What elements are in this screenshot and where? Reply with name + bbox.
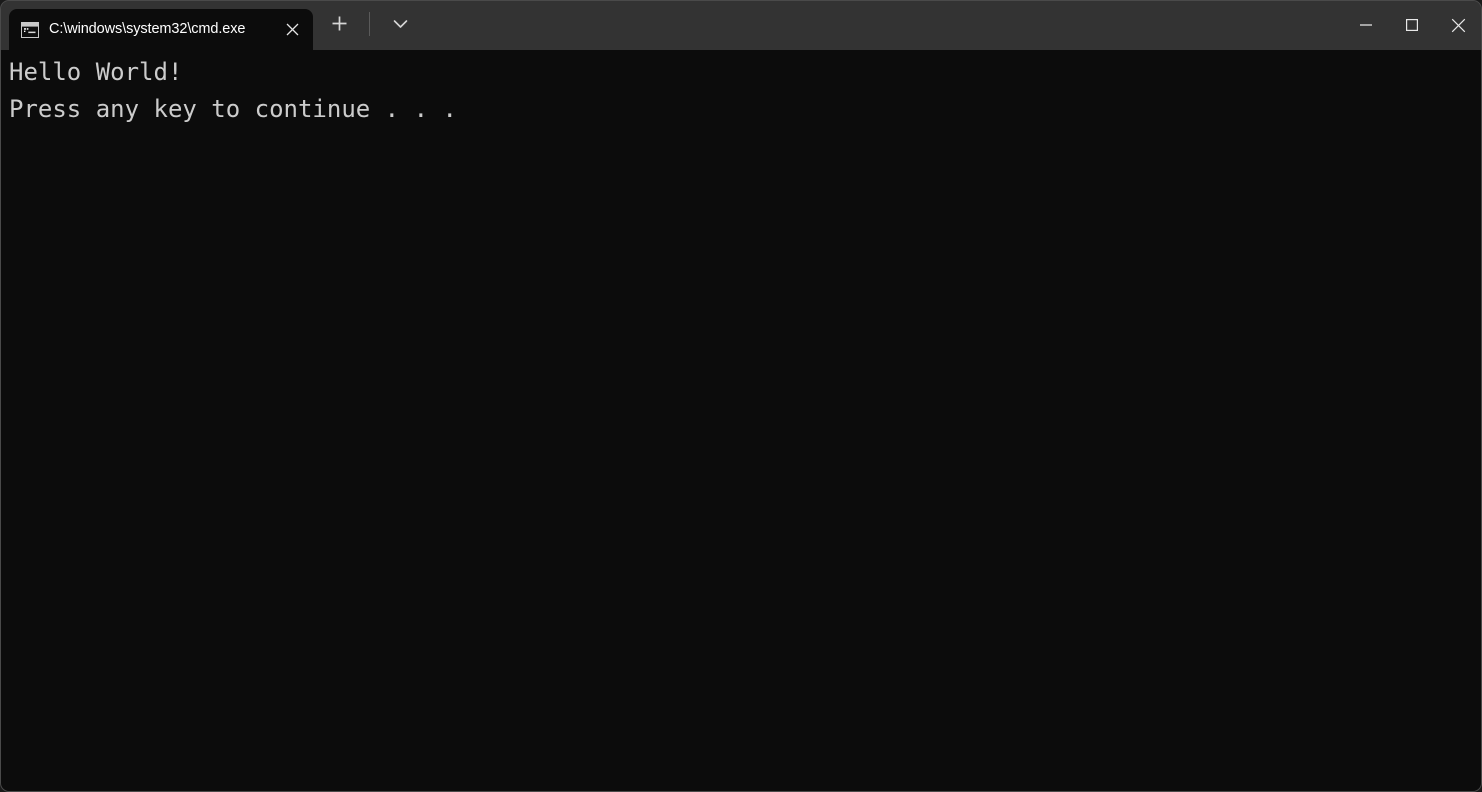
tab-actions <box>313 1 417 50</box>
titlebar[interactable]: C:\windows\system32\cmd.exe <box>1 1 1481 50</box>
console-line: Press any key to continue . . . <box>9 95 457 123</box>
tab-strip: C:\windows\system32\cmd.exe <box>1 1 313 50</box>
minimize-icon <box>1360 24 1372 26</box>
tab-dropdown-button[interactable] <box>383 8 417 40</box>
console-line: Hello World! <box>9 58 183 86</box>
chevron-down-icon <box>393 19 407 28</box>
console-icon <box>21 21 39 38</box>
close-icon <box>286 23 298 36</box>
new-tab-button[interactable] <box>322 8 356 40</box>
plus-icon <box>332 16 346 31</box>
tab-close-button[interactable] <box>277 15 307 45</box>
terminal-window: C:\windows\system32\cmd.exe Hello World!… <box>0 0 1482 792</box>
toolbar-separator <box>369 11 370 36</box>
console-output[interactable]: Hello World! Press any key to continue .… <box>1 50 1481 791</box>
tab-title: C:\windows\system32\cmd.exe <box>49 21 246 37</box>
close-window-button[interactable] <box>1435 1 1481 49</box>
maximize-icon <box>1406 19 1419 32</box>
close-icon <box>1451 18 1465 32</box>
tab-cmd[interactable]: C:\windows\system32\cmd.exe <box>9 9 313 50</box>
window-controls <box>1343 1 1481 50</box>
minimize-button[interactable] <box>1343 1 1389 49</box>
maximize-button[interactable] <box>1389 1 1435 49</box>
